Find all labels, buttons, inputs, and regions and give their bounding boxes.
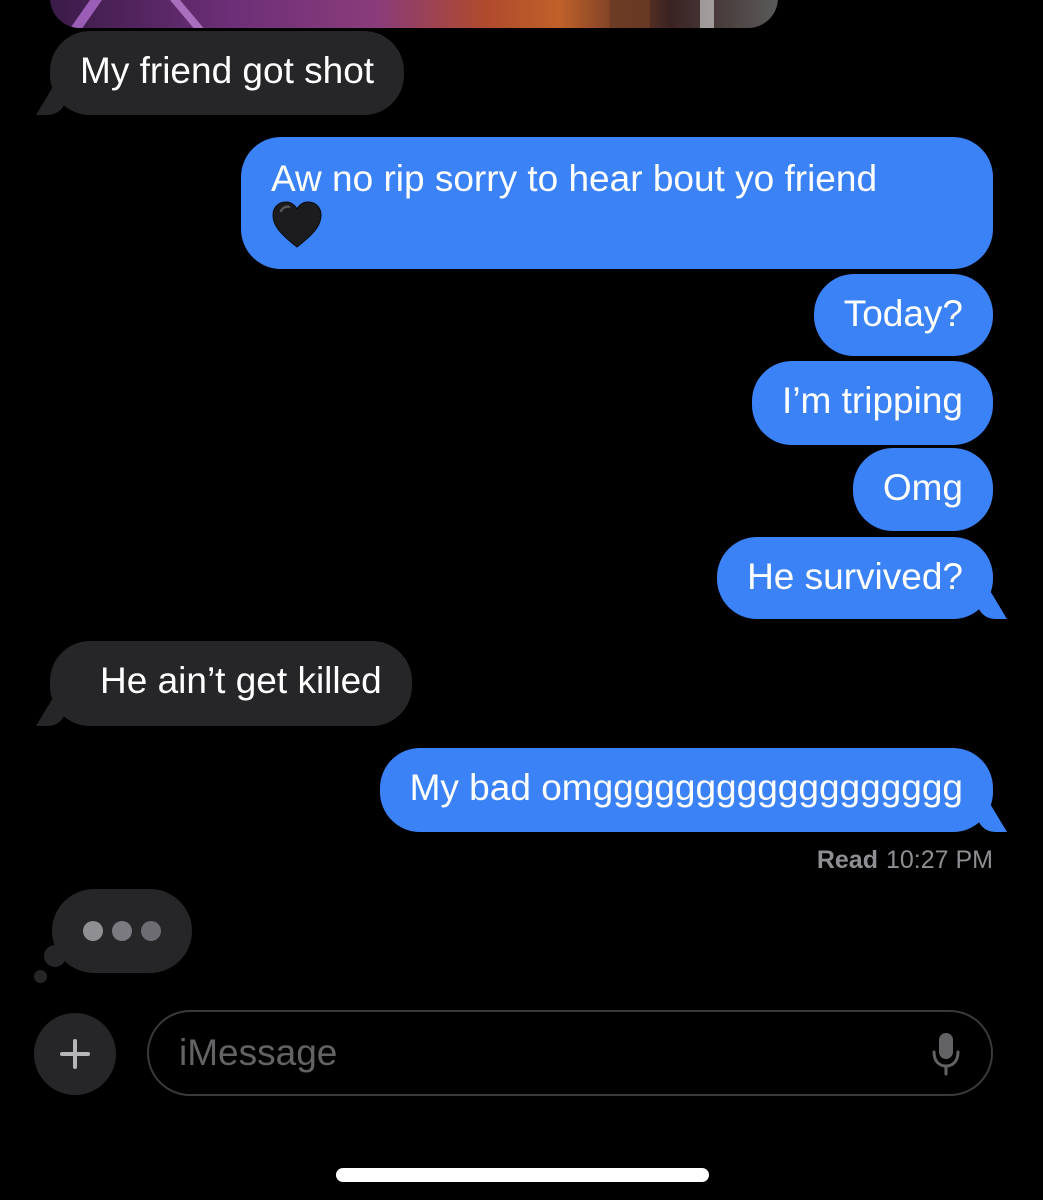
message-text: Today? [843,293,963,334]
typing-dot [141,921,161,941]
message-input[interactable]: iMessage [147,1010,993,1096]
read-status: Read [816,846,878,874]
message-bubble-sent[interactable]: I’m tripping [752,361,993,445]
message-bubble-sent[interactable]: Aw no rip sorry to hear bout yo friend [241,137,993,269]
typing-dot [83,921,103,941]
message-bubble-sent[interactable]: Omg [852,448,993,531]
message-bubble-received[interactable]: He ain’t get killed [50,641,412,726]
message-text: My bad omgggggggggggggggggg [409,767,963,808]
typing-indicator-tail [34,970,47,983]
message-bubble-sent[interactable]: He survived? [717,537,993,619]
microphone-icon[interactable] [931,1032,961,1076]
message-text: Aw no rip sorry to hear bout yo friend [271,158,878,199]
shared-image-preview[interactable] [50,0,778,28]
typing-dot [112,921,132,941]
message-text: He ain’t get killed [100,660,382,701]
message-text: He survived? [747,556,963,597]
message-text: My friend got shot [80,50,375,91]
message-bubble-sent[interactable]: Today? [813,274,993,356]
add-attachment-button[interactable] [34,1013,116,1095]
message-bubble-received[interactable]: My friend got shot [50,31,405,115]
message-bubble-sent[interactable]: My bad omgggggggggggggggggg [379,748,993,832]
message-text: I’m tripping [782,380,963,421]
typing-indicator [52,889,192,973]
message-input-placeholder: iMessage [179,1032,338,1073]
read-receipt: Read 10:27 PM [817,846,993,875]
typing-indicator-tail [44,945,66,967]
black-heart-emoji [272,201,322,248]
read-time: 10:27 PM [885,846,993,874]
home-indicator[interactable] [336,1168,709,1182]
message-text: Omg [882,467,963,508]
